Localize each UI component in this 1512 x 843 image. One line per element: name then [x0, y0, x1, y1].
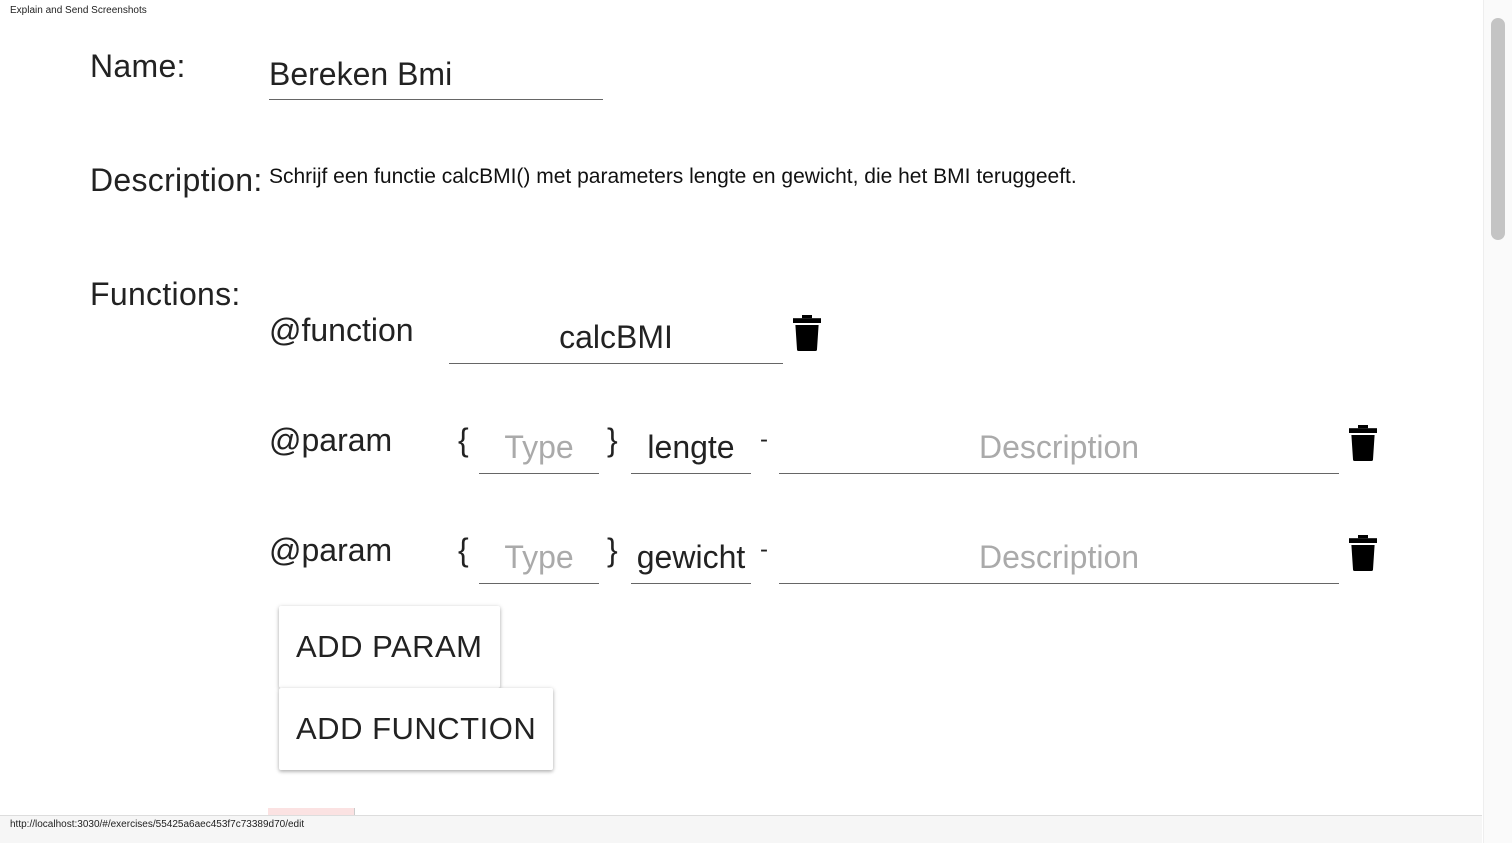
param-name-input[interactable]: [631, 422, 751, 474]
param-name-input[interactable]: [631, 532, 751, 584]
name-input[interactable]: [269, 50, 603, 100]
exercise-edit-page: Explain and Send Screenshots Name: Descr…: [0, 0, 1512, 843]
vertical-scrollbar[interactable]: [1483, 0, 1512, 843]
scrollbar-thumb[interactable]: [1491, 18, 1505, 240]
param-dash: -: [760, 536, 768, 563]
param-dash: -: [760, 426, 768, 453]
app-caption: Explain and Send Screenshots: [10, 5, 147, 16]
open-brace: {: [458, 422, 469, 458]
functions-label: Functions:: [90, 276, 241, 312]
add-function-button[interactable]: ADD FUNCTION: [279, 688, 554, 770]
trash-icon[interactable]: [793, 314, 821, 352]
param-tag: @param: [269, 532, 393, 568]
description-label: Description:: [90, 162, 263, 198]
add-param-button[interactable]: ADD PARAM: [279, 606, 500, 688]
close-brace: }: [607, 532, 618, 568]
param-type-input[interactable]: [479, 532, 599, 584]
status-url: http://localhost:3030/#/exercises/55425a…: [10, 819, 305, 830]
param-description-input[interactable]: [779, 532, 1339, 584]
browser-status-bar: http://localhost:3030/#/exercises/55425a…: [0, 815, 1482, 843]
function-name-input[interactable]: [449, 312, 783, 364]
param-description-input[interactable]: [779, 422, 1339, 474]
function-tag: @function: [269, 312, 414, 348]
param-type-input[interactable]: [479, 422, 599, 474]
name-label: Name:: [90, 48, 186, 84]
param-tag: @param: [269, 422, 393, 458]
close-brace: }: [607, 422, 618, 458]
open-brace: {: [458, 532, 469, 568]
trash-icon[interactable]: [1349, 534, 1377, 572]
description-text[interactable]: Schrijf een functie calcBMI() met parame…: [269, 164, 1099, 190]
trash-icon[interactable]: [1349, 424, 1377, 462]
